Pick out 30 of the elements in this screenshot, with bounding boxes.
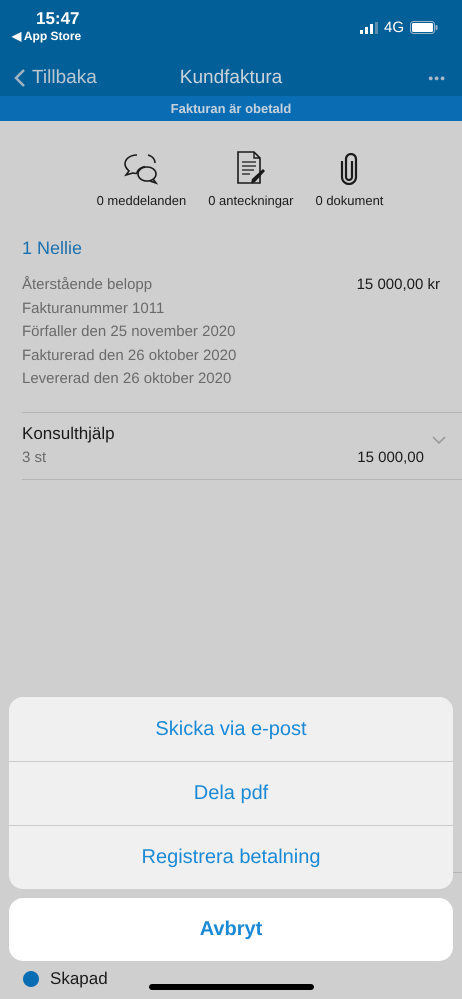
detail-text: Fakturerad den 26 oktober 2020 (22, 346, 236, 364)
amount-value: 15 000,00 kr (356, 276, 440, 294)
chat-bubbles-icon (123, 153, 160, 185)
detail-text: Levererad den 26 oktober 2020 (22, 370, 232, 388)
detail-text: Fakturanummer 1011 (22, 300, 164, 317)
detail-text: Förfaller den 25 november 2020 (22, 323, 236, 340)
counter-button[interactable]: 0 dokument (315, 149, 384, 208)
clock-time: 15:47 (35, 9, 80, 29)
back-to-app-link[interactable]: ◀ App Store (12, 29, 82, 43)
customer-link[interactable]: 1 Nellie (22, 238, 82, 259)
more-button[interactable]: ••• (428, 70, 446, 86)
item-quantity: 3 st (22, 448, 46, 466)
status-banner: Fakturan är obetald (0, 96, 462, 121)
history-status: Skapad (50, 968, 108, 988)
chevron-left-icon (14, 68, 26, 88)
item-name: Konsulthjälp (22, 424, 116, 444)
counter-button[interactable]: 0 meddelanden (96, 149, 186, 208)
back-button[interactable]: Tillbaka (14, 67, 97, 89)
signal-icon (360, 22, 378, 34)
cancel-button[interactable]: Avbryt (9, 898, 453, 961)
detail-text: Återstående belopp (22, 276, 152, 294)
action-button[interactable]: Registrera betalning (9, 825, 453, 889)
battery-icon (410, 21, 438, 34)
counter-button[interactable]: 0 anteckningar (208, 149, 294, 208)
item-amount: 15 000,00 (357, 448, 424, 466)
network-label: 4G (384, 19, 404, 36)
screen-title: Kundfaktura (180, 67, 282, 88)
line-item-row[interactable]: Konsulthjälp 3 st 15 000,00 (0, 412, 462, 478)
document-pen-icon (236, 151, 266, 185)
paperclip-icon (340, 153, 358, 185)
